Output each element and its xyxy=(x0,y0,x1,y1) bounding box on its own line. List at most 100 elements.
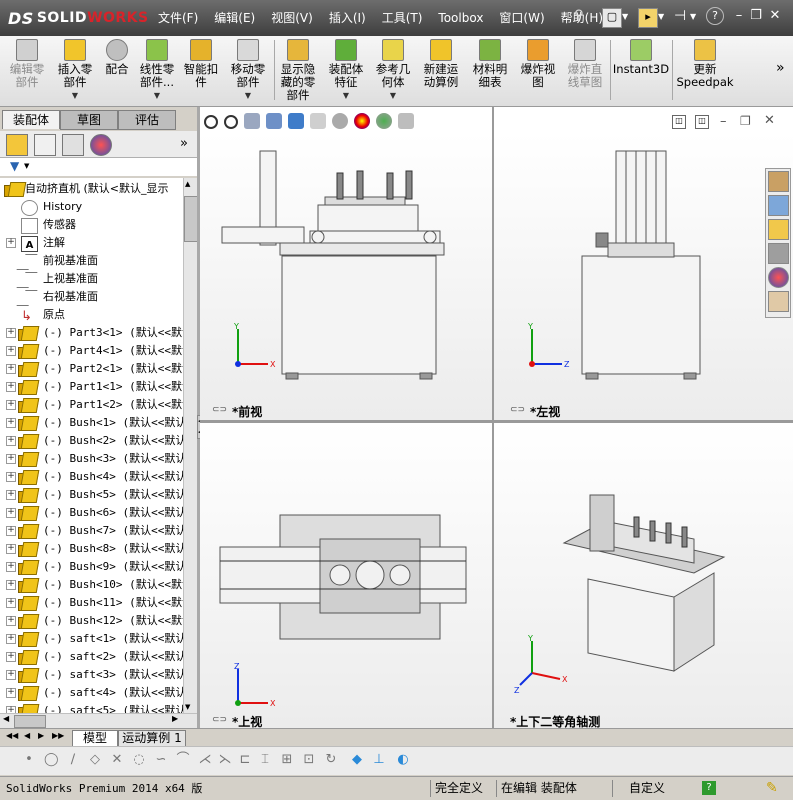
expand-icon[interactable]: + xyxy=(6,688,16,698)
mate-button[interactable]: 配合 xyxy=(100,39,134,103)
solidworks-logo[interactable]: DS SOLID WORKS xyxy=(8,6,149,30)
view-palette-icon[interactable] xyxy=(768,243,789,264)
tree-item[interactable]: 前视基准面 xyxy=(0,252,183,270)
offset-icon[interactable]: ⊏ xyxy=(238,753,252,767)
close-icon[interactable]: ✕ xyxy=(767,8,783,24)
filter-icon[interactable]: ▼ xyxy=(10,159,19,173)
line-icon[interactable]: ∕ xyxy=(66,753,80,767)
circle-icon[interactable]: ◯ xyxy=(44,753,59,767)
tree-hscroll-thumb[interactable] xyxy=(14,715,46,728)
tree-item[interactable]: + (-) saft<4> (默认<<默认 xyxy=(0,684,183,702)
expand-icon[interactable]: + xyxy=(6,472,16,482)
tree-item[interactable]: + (-) Bush<8> (默认<<默认 xyxy=(0,540,183,558)
bom-button[interactable]: 材料明 细表 xyxy=(468,39,512,103)
appearances-icon[interactable] xyxy=(768,267,789,288)
tree-item[interactable]: 右视基准面 xyxy=(0,288,183,306)
cross-icon[interactable]: ✕ xyxy=(110,753,124,767)
new-document-icon[interactable]: ▢ xyxy=(602,8,622,28)
scroll-down-icon[interactable]: ▼ xyxy=(185,703,190,711)
view-settings-icon[interactable] xyxy=(398,113,414,129)
status-help[interactable]: ? xyxy=(702,781,716,795)
status-tag-icon[interactable]: ✎ xyxy=(766,780,782,797)
expand-icon[interactable]: + xyxy=(6,580,16,590)
tree-item[interactable]: + (-) Bush<1> (默认<<默认 xyxy=(0,414,183,432)
chevron-down-icon[interactable]: ▼ xyxy=(54,89,96,102)
chevron-down-icon[interactable]: ▼ xyxy=(226,89,270,102)
scroll-left-icon[interactable]: ◀ xyxy=(3,714,9,723)
mirror-icon[interactable]: ⌶ xyxy=(258,753,272,767)
expand-icon[interactable]: + xyxy=(6,616,16,626)
tree-item[interactable]: + (-) Bush<5> (默认<<默认 xyxy=(0,486,183,504)
filter-dropdown-icon[interactable]: ▼ xyxy=(24,162,29,170)
viewport-left[interactable]: Y Z ⊂⊃ *左视 xyxy=(494,133,793,420)
tree-item[interactable]: 传感器 xyxy=(0,216,183,234)
expand-icon[interactable]: + xyxy=(6,382,16,392)
minimize-icon[interactable]: – xyxy=(731,8,747,24)
tree-item[interactable]: + (-) Bush<9> (默认<<默认 xyxy=(0,558,183,576)
arc-icon[interactable]: ◌ xyxy=(132,753,146,767)
tree-item[interactable]: + (-) saft<2> (默认<<默认 xyxy=(0,648,183,666)
expand-icon[interactable]: + xyxy=(6,670,16,680)
pin-toolbar-icon[interactable]: ⊣ xyxy=(674,8,686,24)
expand-icon[interactable]: + xyxy=(6,652,16,662)
view-orientation-icon[interactable] xyxy=(288,113,304,129)
move-entities-icon[interactable]: ⊡ xyxy=(302,753,316,767)
scroll-right-icon[interactable]: ▶ xyxy=(172,714,178,723)
expand-icon[interactable]: + xyxy=(6,598,16,608)
section-view-icon[interactable] xyxy=(266,113,282,129)
expand-icon[interactable]: + xyxy=(6,490,16,500)
tree-item[interactable]: + (-) Bush<10> (默认<<默认 xyxy=(0,576,183,594)
expand-icon[interactable]: + xyxy=(6,238,16,248)
link-views-2-icon[interactable]: ◫ xyxy=(695,115,709,129)
expand-icon[interactable]: + xyxy=(6,634,16,644)
edit-appearance-icon[interactable] xyxy=(354,113,370,129)
tab-model[interactable]: 模型 xyxy=(72,730,118,747)
tree-item[interactable]: + (-) saft<1> (默认<<默认 xyxy=(0,630,183,648)
tree-item[interactable]: + A 注解 xyxy=(0,234,183,252)
edit-component-button[interactable]: 编辑零 部件 xyxy=(6,39,48,103)
render-icon[interactable]: ◐ xyxy=(396,753,410,767)
extend-icon[interactable]: ⋋ xyxy=(218,753,232,767)
tree-item[interactable]: + (-) Bush<11> (默认<<默认 xyxy=(0,594,183,612)
tab-evaluate[interactable]: 评估 xyxy=(118,110,176,130)
tree-item[interactable]: + (-) Bush<7> (默认<<默认 xyxy=(0,522,183,540)
viewport-restore-icon[interactable]: ❐ xyxy=(740,114,751,128)
menu-tools[interactable]: 工具(T) xyxy=(374,9,431,27)
view-cube-icon[interactable]: ◆ xyxy=(350,753,364,767)
new-dropdown-icon[interactable]: ▼ xyxy=(622,12,628,21)
point-icon[interactable]: • xyxy=(22,753,36,767)
expand-icon[interactable]: + xyxy=(6,544,16,554)
zoom-to-area-icon[interactable] xyxy=(224,115,238,129)
property-manager-icon[interactable] xyxy=(34,134,56,156)
tab-scroll-left-icon[interactable]: ◀◀ xyxy=(6,731,18,740)
new-motion-study-button[interactable]: 新建运 动算例 xyxy=(418,39,464,103)
smart-fastener-button[interactable]: 智能扣 件 xyxy=(180,39,222,103)
apply-scene-icon[interactable] xyxy=(376,113,392,129)
expand-icon[interactable]: + xyxy=(6,328,16,338)
link-views-icon[interactable]: ◫ xyxy=(672,115,686,129)
expand-icon[interactable]: + xyxy=(6,364,16,374)
expand-icon[interactable]: + xyxy=(6,418,16,428)
reference-geometry-button[interactable]: 参考几 何体 ▼ xyxy=(372,39,414,103)
menu-view[interactable]: 视图(V) xyxy=(263,9,321,27)
tree-vertical-scrollbar[interactable] xyxy=(183,178,198,713)
chevron-down-icon[interactable]: ▼ xyxy=(324,89,368,102)
viewport-top[interactable]: Z X ⊂⊃ *上视 xyxy=(200,423,492,728)
exploded-view-button[interactable]: 爆炸视 图 xyxy=(516,39,560,103)
expand-icon[interactable]: + xyxy=(6,346,16,356)
tree-root[interactable]: 自动挤直机 (默认<默认_显示 xyxy=(0,180,183,198)
pin-icon[interactable]: ⚲ xyxy=(574,8,590,26)
tree-item[interactable]: + (-) Part4<1> (默认<<默认 xyxy=(0,342,183,360)
tree-item[interactable]: History xyxy=(0,198,183,216)
tree-item[interactable]: + (-) Bush<6> (默认<<默认 xyxy=(0,504,183,522)
chevron-down-icon[interactable]: ▼ xyxy=(372,89,414,102)
tree-item[interactable]: 上视基准面 xyxy=(0,270,183,288)
explode-line-sketch-button[interactable]: 爆炸直 线草图 xyxy=(562,39,608,103)
tree-item[interactable]: + (-) Bush<4> (默认<<默认 xyxy=(0,468,183,486)
expand-icon[interactable]: + xyxy=(6,706,16,713)
viewport-divider-vertical[interactable] xyxy=(492,107,494,728)
design-library-icon[interactable] xyxy=(768,195,789,216)
tab-assembly[interactable]: 装配体 xyxy=(2,110,60,129)
open-dropdown-icon[interactable]: ▼ xyxy=(658,12,664,21)
previous-view-icon[interactable] xyxy=(244,113,260,129)
